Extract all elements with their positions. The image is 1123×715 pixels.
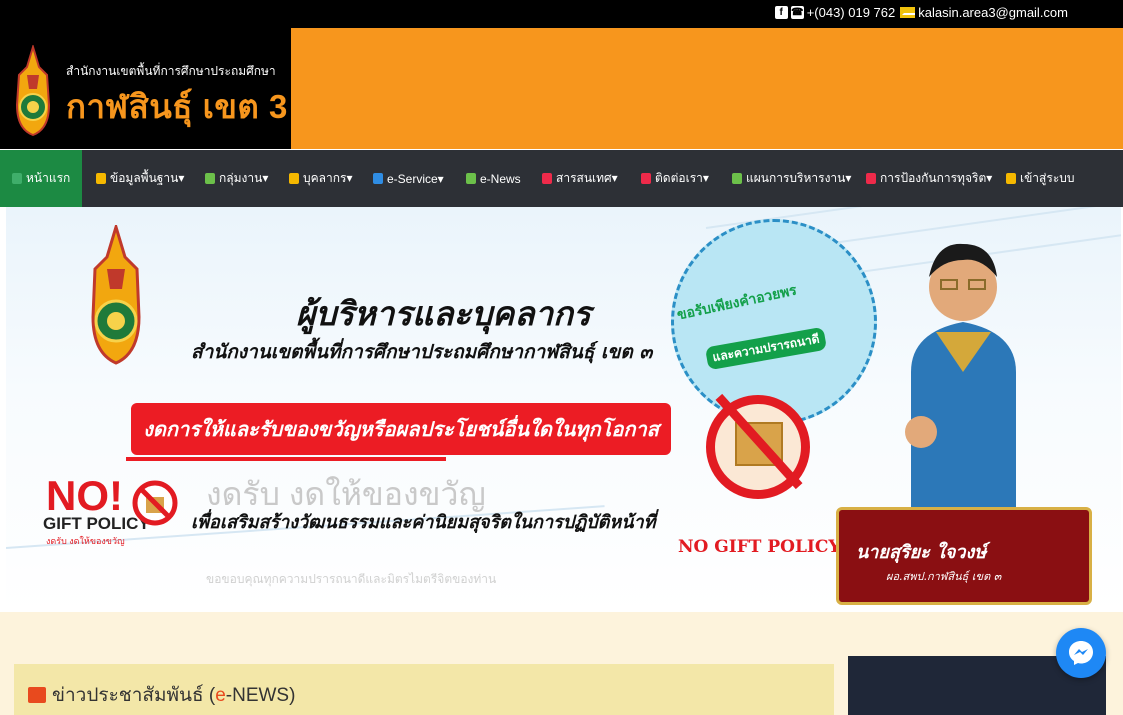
nav-label: เข้าสู่ระบบ bbox=[1020, 171, 1075, 185]
nav-item-work-groups[interactable]: กลุ่มงาน▾ bbox=[205, 150, 268, 207]
folder-icon bbox=[205, 173, 215, 184]
print-icon bbox=[542, 173, 552, 184]
header-banner-area bbox=[291, 28, 1123, 149]
news-section-title[interactable]: ข่าวประชาสัมพันธ์ (e-NEWS) bbox=[28, 680, 295, 710]
nav-item-personnel[interactable]: บุคลากร▾ bbox=[289, 150, 352, 207]
nav-item-basic-info[interactable]: ข้อมูลพื้นฐาน▾ bbox=[96, 150, 184, 207]
gift-policy-small: งดรับ งดให้ของขวัญ bbox=[46, 536, 125, 546]
nav-label: กลุ่มงาน▾ bbox=[219, 171, 269, 185]
site-subtitle: สำนักงานเขตพื้นที่การศึกษาประถมศึกษา bbox=[66, 64, 276, 78]
list-icon bbox=[28, 687, 46, 703]
messenger-icon bbox=[1069, 641, 1093, 665]
speech-bubble bbox=[671, 219, 877, 425]
nav-label: สารสนเทศ▾ bbox=[556, 171, 618, 185]
no-gift-red-banner: งดการให้และรับของขวัญหรือผลประโยชน์อื่นใ… bbox=[131, 403, 671, 455]
phone-number: +(043) 019 762 bbox=[806, 5, 896, 20]
news-title-accent: e bbox=[215, 685, 226, 706]
news-title-prefix: ข่าวประชาสัมพันธ์ ( bbox=[52, 685, 216, 706]
red-underline bbox=[126, 457, 446, 461]
nav-item-e-news[interactable]: e-News bbox=[466, 150, 521, 207]
email-address[interactable]: kalasin.area3@gmail.com bbox=[918, 5, 1068, 20]
no-exclamation: NO! bbox=[46, 472, 123, 519]
main-navigation: หน้าแรก ข้อมูลพื้นฐาน▾ กลุ่มงาน▾ บุคลากร… bbox=[0, 150, 1123, 207]
nav-item-home[interactable]: หน้าแรก bbox=[0, 150, 83, 207]
monitor-icon bbox=[373, 173, 383, 184]
banner-title: ผู้บริหารและบุคลากร bbox=[296, 294, 591, 333]
nav-item-information[interactable]: สารสนเทศ▾ bbox=[542, 150, 618, 207]
director-position: ผอ.สพป.กาฬสินธุ์ เขต ๓ bbox=[886, 570, 1002, 583]
facebook-icon[interactable]: f bbox=[774, 6, 788, 19]
director-name: นายสุริยะ ใจวงษ์ bbox=[856, 542, 987, 563]
office-emblem-logo[interactable] bbox=[9, 45, 57, 137]
news-title-suffix: -NEWS) bbox=[225, 685, 296, 706]
banner-bottom-line: เพื่อเสริมสร้างวัฒนธรรมและค่านิยมสุจริตใ… bbox=[191, 512, 656, 533]
nav-item-contact[interactable]: ติดต่อเรา▾ bbox=[641, 150, 709, 207]
info-icon bbox=[96, 173, 106, 184]
nav-item-management-plan[interactable]: แผนการบริหารงาน▾ bbox=[732, 150, 851, 207]
no-gift-policy-label: NO GIFT POLICY bbox=[678, 537, 841, 557]
email-icon bbox=[900, 7, 916, 18]
site-title[interactable]: กาฬสินธุ์ เขต 3 bbox=[66, 80, 288, 133]
contact-icon bbox=[641, 173, 651, 184]
key-icon bbox=[1006, 173, 1016, 184]
nav-label: แผนการบริหารงาน▾ bbox=[746, 171, 852, 185]
hero-banner: ผู้บริหารและบุคลากร สำนักงานเขตพื้นที่กา… bbox=[6, 207, 1121, 612]
people-icon bbox=[289, 173, 299, 184]
contact-info: f ☎ +(043) 019 762 kalasin.area3@gmail.c… bbox=[774, 5, 1068, 20]
phone-icon: ☎ bbox=[790, 6, 804, 19]
news-icon bbox=[466, 173, 476, 184]
nav-label: หน้าแรก bbox=[26, 171, 71, 185]
no-gift-small-icon bbox=[132, 480, 178, 526]
nav-item-anti-corruption[interactable]: การป้องกันการทุจริต▾ bbox=[866, 150, 992, 207]
home-icon bbox=[12, 173, 22, 184]
nav-label: e-Service▾ bbox=[387, 171, 444, 186]
faded-thanks-text: ขอขอบคุณทุกความปรารถนาดีและมิตรไมตรีจิตข… bbox=[206, 572, 497, 586]
top-bar: f ☎ +(043) 019 762 kalasin.area3@gmail.c… bbox=[0, 0, 1123, 28]
nav-item-login[interactable]: เข้าสู่ระบบ bbox=[1006, 150, 1075, 207]
nav-item-e-service[interactable]: e-Service▾ bbox=[373, 150, 444, 207]
messenger-chat-button[interactable] bbox=[1056, 628, 1106, 678]
nav-label: e-News bbox=[480, 171, 521, 186]
nav-label: ติดต่อเรา▾ bbox=[655, 171, 709, 185]
director-portrait bbox=[905, 243, 1016, 522]
nav-label: บุคลากร▾ bbox=[303, 171, 353, 185]
nav-label: การป้องกันการทุจริต▾ bbox=[880, 171, 993, 185]
plan-icon bbox=[732, 173, 742, 184]
banner-subtitle: สำนักงานเขตพื้นที่การศึกษาประถมศึกษากาฬส… bbox=[191, 341, 653, 363]
nav-label: ข้อมูลพื้นฐาน▾ bbox=[110, 171, 185, 185]
alarm-icon bbox=[866, 173, 876, 184]
emblem-icon bbox=[91, 225, 141, 365]
